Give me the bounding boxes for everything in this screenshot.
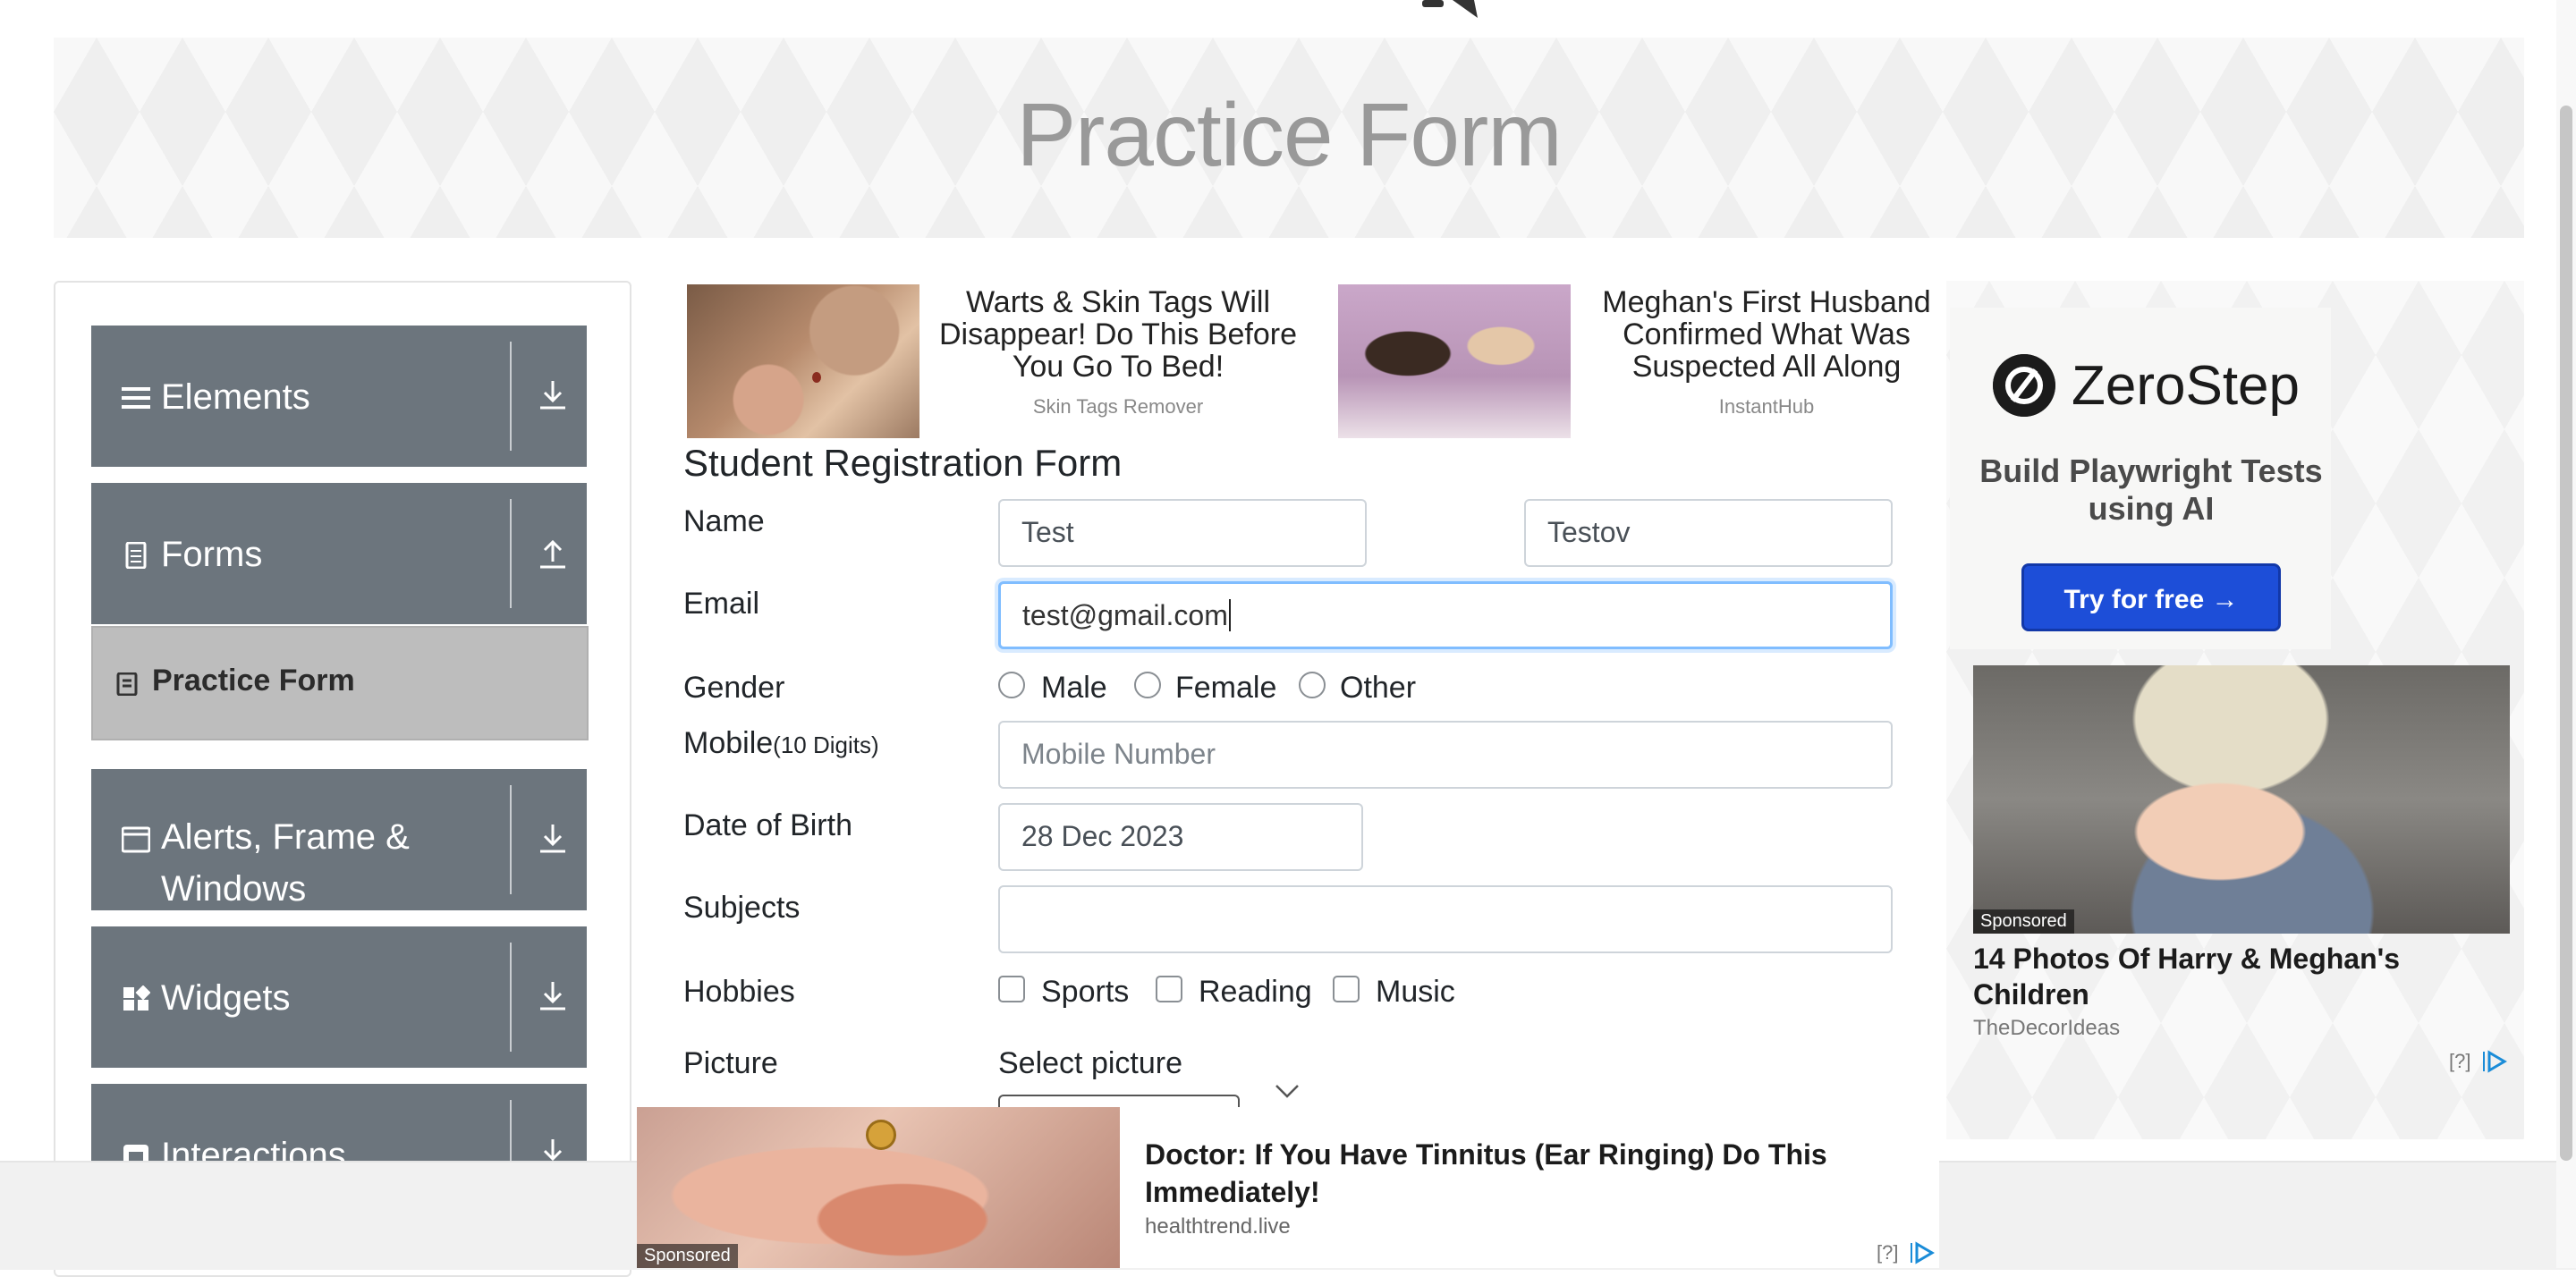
- email-label: Email: [683, 587, 760, 621]
- ad-headline[interactable]: Doctor: If You Have Tinnitus (Ear Ringin…: [1145, 1136, 1878, 1211]
- subjects-label: Subjects: [683, 891, 801, 925]
- divider: [510, 785, 512, 894]
- sidebar-group-alerts[interactable]: Alerts, Frame & Windows: [91, 769, 587, 910]
- ad-source: TheDecorIdeas: [1973, 1016, 2121, 1040]
- ad-headline[interactable]: Meghan's First Husband Confirmed What Wa…: [1583, 286, 1950, 383]
- sidebar-group-label: Widgets: [161, 978, 291, 1018]
- chevron-down-icon[interactable]: [1274, 1082, 1301, 1100]
- mobile-label: Mobile(10 Digits): [683, 726, 879, 761]
- hobby-reading-checkbox[interactable]: [1156, 976, 1182, 1002]
- sidebar: Elements Forms Practice Form Alerts, Fra…: [54, 281, 631, 1277]
- ad-headline[interactable]: 14 Photos Of Harry & Meghan's Children: [1973, 941, 2474, 1012]
- mobile-hint: (10 Digits): [773, 732, 879, 758]
- dob-label: Date of Birth: [683, 808, 852, 842]
- mobile-label-text: Mobile: [683, 726, 774, 760]
- sidebar-group-forms[interactable]: Forms: [91, 483, 587, 624]
- ad-source: healthtrend.live: [1145, 1214, 1291, 1239]
- ad-headline[interactable]: Warts & Skin Tags Will Disappear! Do Thi…: [921, 286, 1315, 383]
- menu-icon: [122, 387, 150, 409]
- ad-image-skin[interactable]: [687, 284, 919, 438]
- page-title: Practice Form: [1016, 85, 1562, 185]
- name-label: Name: [683, 504, 765, 538]
- gender-male-radio[interactable]: [998, 672, 1025, 698]
- document-icon: [125, 542, 147, 569]
- sidebar-group-elements[interactable]: Elements: [91, 326, 587, 467]
- gender-other-radio[interactable]: [1299, 672, 1326, 698]
- gender-label: Gender: [683, 671, 785, 705]
- divider: [510, 943, 512, 1052]
- zerostep-brand: ZeroStep: [2072, 355, 2301, 417]
- scrollbar-thumb[interactable]: [2560, 106, 2572, 1161]
- hobby-sports-label[interactable]: Sports: [1041, 975, 1129, 1010]
- try-for-free-button[interactable]: Try for free →: [2021, 563, 2281, 631]
- sponsored-badge: Sponsored: [637, 1244, 738, 1268]
- email-value: test@gmail.com: [1022, 599, 1228, 631]
- ad-source: InstantHub: [1718, 395, 1815, 418]
- widgets-icon: [123, 985, 150, 1011]
- hobby-sports-checkbox[interactable]: [998, 976, 1025, 1002]
- sidebar-group-label: Alerts, Frame &: [161, 817, 410, 857]
- dob-input[interactable]: 28 Dec 2023: [998, 803, 1363, 871]
- ad-image-child[interactable]: Sponsored: [1973, 665, 2510, 934]
- gender-female-radio[interactable]: [1134, 672, 1161, 698]
- download-icon[interactable]: [535, 821, 571, 857]
- sidebar-group-widgets[interactable]: Widgets: [91, 926, 587, 1068]
- divider: [510, 499, 512, 608]
- gender-female-label[interactable]: Female: [1175, 671, 1276, 706]
- adchoices-icon[interactable]: [1909, 1241, 1936, 1264]
- gender-male-label[interactable]: Male: [1041, 671, 1107, 706]
- gender-other-label[interactable]: Other: [1340, 671, 1416, 706]
- sidebar-group-label: Forms: [161, 535, 263, 574]
- download-icon[interactable]: [535, 377, 571, 413]
- sponsored-badge: Sponsored: [1973, 909, 2074, 934]
- ad-source: Skin Tags Remover: [1032, 395, 1204, 418]
- sidebar-item-practice-form[interactable]: Practice Form: [91, 626, 589, 740]
- upload-icon[interactable]: [535, 535, 571, 571]
- ad-image-couple[interactable]: [1338, 284, 1571, 438]
- hobby-reading-label[interactable]: Reading: [1199, 975, 1312, 1010]
- hobbies-label: Hobbies: [683, 975, 795, 1009]
- picture-prompt: Select picture: [998, 1046, 1182, 1080]
- form-title: Student Registration Form: [683, 442, 1123, 484]
- email-input[interactable]: test@gmail.com: [998, 581, 1893, 649]
- zerostep-tagline: Build Playwright Tests using AI: [1979, 452, 2323, 527]
- earring: [866, 1120, 896, 1150]
- first-name-input[interactable]: Test: [998, 499, 1367, 567]
- subjects-input[interactable]: [998, 885, 1893, 953]
- sidebar-group-label: Elements: [161, 377, 310, 417]
- logo-fragment-icon: [1422, 0, 1478, 18]
- adchoices-icon[interactable]: [2481, 1050, 2508, 1073]
- window-icon: [122, 826, 150, 853]
- mobile-input[interactable]: Mobile Number: [998, 721, 1893, 789]
- divider: [510, 342, 512, 451]
- zerostep-logo-icon: [1993, 354, 2055, 417]
- ad-help-link[interactable]: [?]: [1877, 1241, 1898, 1264]
- page-header-banner: Practice Form: [54, 38, 2524, 238]
- picture-label: Picture: [683, 1046, 778, 1080]
- last-name-input[interactable]: Testov: [1524, 499, 1893, 567]
- form-icon: [116, 672, 138, 696]
- hobby-music-label[interactable]: Music: [1376, 975, 1455, 1010]
- hobby-music-checkbox[interactable]: [1333, 976, 1360, 1002]
- sidebar-group-label-line2: Windows: [161, 869, 307, 909]
- download-icon[interactable]: [535, 978, 571, 1014]
- ad-help-link[interactable]: [?]: [2449, 1050, 2470, 1073]
- sidebar-item-label: Practice Form: [152, 664, 355, 698]
